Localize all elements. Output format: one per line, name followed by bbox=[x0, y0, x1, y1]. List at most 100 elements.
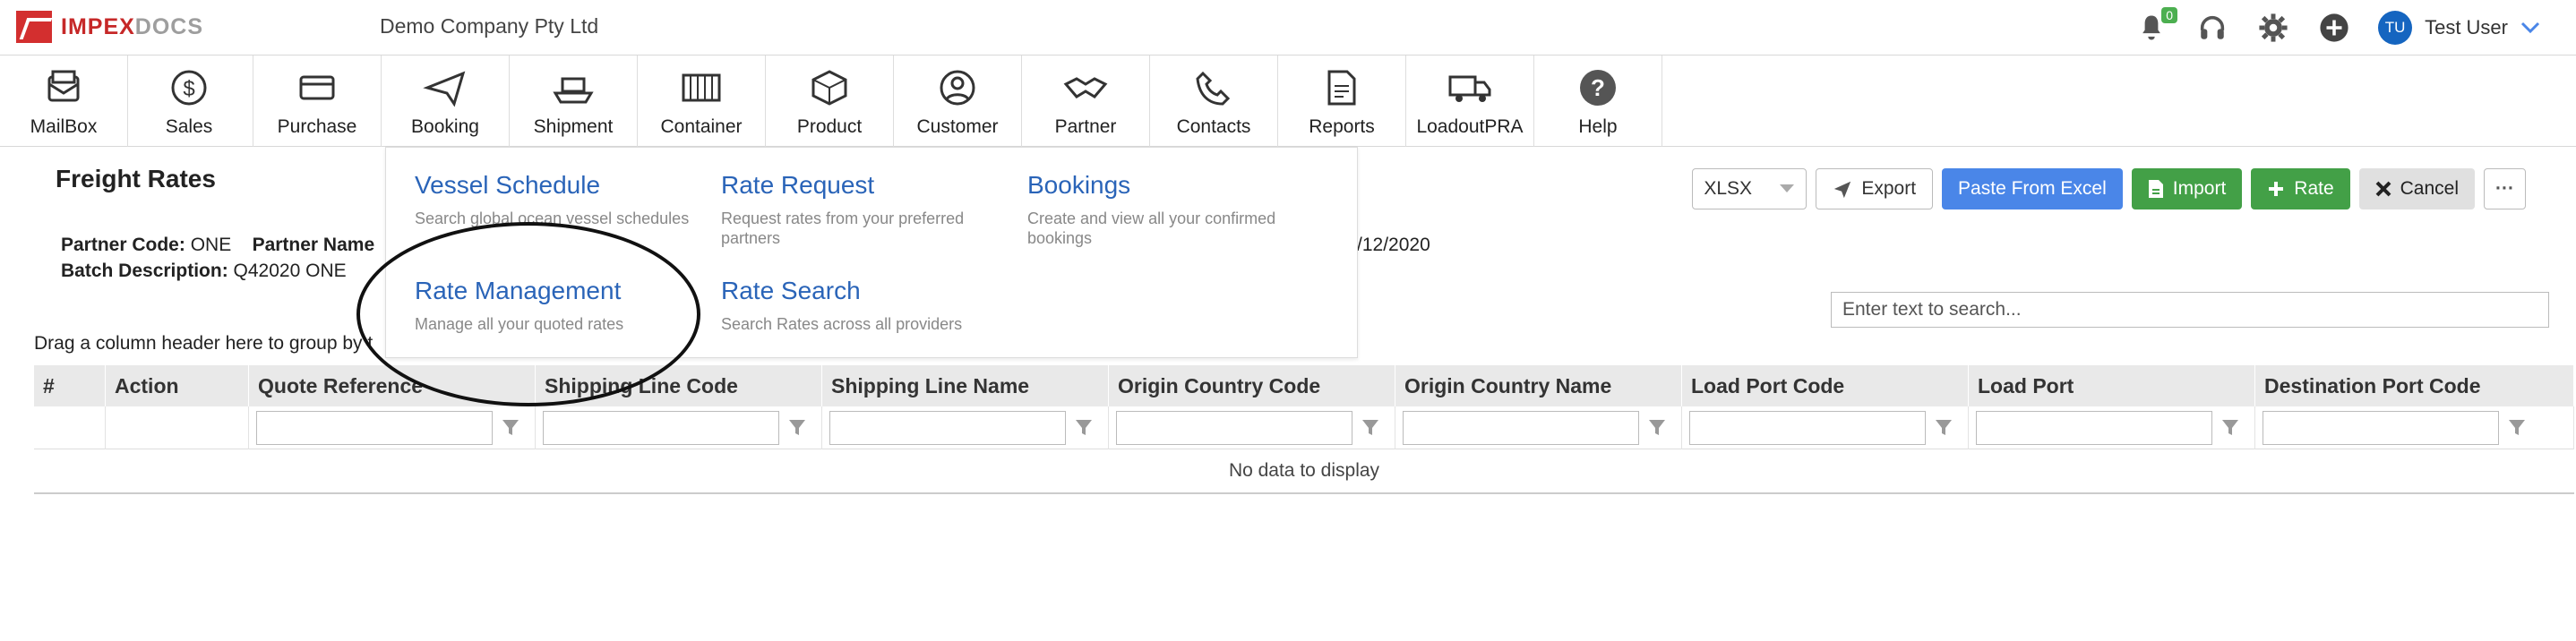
module-shipment[interactable]: Shipment bbox=[510, 56, 638, 147]
container-icon bbox=[682, 73, 721, 102]
column-filter-input[interactable] bbox=[1116, 411, 1352, 445]
bell-icon[interactable]: 0 bbox=[2134, 7, 2178, 45]
menu-desc: Request rates from your preferred partne… bbox=[721, 209, 965, 247]
module-label: MailBox bbox=[30, 116, 98, 137]
column-header[interactable]: # bbox=[34, 365, 106, 406]
module-label: Partner bbox=[1054, 116, 1117, 137]
logo[interactable]: IMPEXDOCS bbox=[16, 11, 203, 43]
menu-rate-request[interactable]: Rate Request Request rates from your pre… bbox=[721, 171, 999, 248]
cancel-button[interactable]: Cancel bbox=[2358, 168, 2476, 209]
filter-cell bbox=[1109, 406, 1395, 449]
partner-code-label: Partner Code: bbox=[61, 235, 185, 255]
menu-title: Bookings bbox=[1027, 171, 1131, 199]
column-header[interactable]: Origin Country Name bbox=[1395, 365, 1682, 406]
menu-vessel-schedule[interactable]: Vessel Schedule Search global ocean vess… bbox=[415, 171, 692, 228]
column-filter-input[interactable] bbox=[2263, 411, 2499, 445]
svg-text:?: ? bbox=[1591, 74, 1605, 101]
filter-cell bbox=[1682, 406, 1969, 449]
module-loadoutpra[interactable]: LoadoutPRA bbox=[1406, 56, 1534, 147]
filter-icon[interactable] bbox=[1361, 418, 1379, 438]
search-input[interactable] bbox=[1831, 292, 2549, 328]
module-label: Help bbox=[1578, 116, 1618, 137]
paste-from-excel-button[interactable]: Paste From Excel bbox=[1942, 168, 2123, 209]
column-filter-input[interactable] bbox=[829, 411, 1066, 445]
add-circle-icon[interactable] bbox=[2317, 11, 2351, 45]
filter-icon[interactable] bbox=[502, 418, 519, 438]
filter-cell bbox=[822, 406, 1109, 449]
paste-label: Paste From Excel bbox=[1958, 178, 2107, 199]
module-container[interactable]: Container bbox=[638, 56, 766, 147]
filter-icon[interactable] bbox=[788, 418, 806, 438]
filter-cell bbox=[536, 406, 822, 449]
format-select[interactable]: XLSX bbox=[1692, 168, 1807, 209]
module-purchase[interactable]: Purchase bbox=[253, 56, 382, 147]
more-options-button[interactable]: ··· bbox=[2484, 168, 2526, 209]
user-menu[interactable]: TU Test User bbox=[2378, 11, 2540, 45]
column-filter-input[interactable] bbox=[256, 411, 493, 445]
svg-text:$: $ bbox=[183, 77, 194, 101]
module-contacts[interactable]: Contacts bbox=[1150, 56, 1278, 147]
module-mailbox[interactable]: MailBox bbox=[0, 56, 128, 147]
group-by-hint: Drag a column header here to group by t bbox=[34, 333, 374, 354]
partner-code-value: ONE bbox=[190, 235, 232, 255]
partner-info: Partner Code: ONE Partner Name bbox=[61, 235, 374, 256]
column-filter-input[interactable] bbox=[1403, 411, 1639, 445]
rate-label: Rate bbox=[2294, 178, 2334, 199]
mailbox-icon bbox=[47, 70, 80, 102]
close-icon bbox=[2375, 181, 2391, 197]
column-filter-input[interactable] bbox=[543, 411, 779, 445]
filter-cell bbox=[1395, 406, 1682, 449]
module-product[interactable]: Product bbox=[766, 56, 894, 147]
no-data-message: No data to display bbox=[34, 449, 2574, 494]
module-booking[interactable]: Booking bbox=[382, 56, 510, 147]
column-filter-input[interactable] bbox=[1689, 411, 1926, 445]
column-header[interactable]: Destination Port Code bbox=[2255, 365, 2574, 406]
module-sales[interactable]: $ Sales bbox=[125, 56, 253, 147]
module-label: Container bbox=[660, 116, 743, 137]
column-header[interactable]: Load Port bbox=[1969, 365, 2255, 406]
module-label: Sales bbox=[165, 116, 213, 137]
paper-plane-icon bbox=[1834, 181, 1851, 199]
module-customer[interactable]: Customer bbox=[894, 56, 1022, 147]
gear-icon[interactable] bbox=[2256, 11, 2290, 45]
cancel-label: Cancel bbox=[2400, 178, 2460, 199]
filter-cell bbox=[2255, 406, 2574, 449]
filter-icon[interactable] bbox=[1648, 418, 1666, 438]
person-icon bbox=[940, 70, 975, 106]
top-icons: 0 TU Test User bbox=[2134, 7, 2540, 47]
grid-filter-row bbox=[34, 406, 2574, 449]
filter-cell bbox=[249, 406, 536, 449]
filter-icon[interactable] bbox=[2508, 418, 2526, 438]
menu-rate-search[interactable]: Rate Search Search Rates across all prov… bbox=[721, 277, 999, 334]
file-icon bbox=[2148, 180, 2163, 198]
module-label: Purchase bbox=[277, 116, 357, 137]
batch-info: Batch Description: Q42020 ONE bbox=[61, 261, 347, 282]
module-label: LoadoutPRA bbox=[1416, 116, 1524, 137]
menu-title: Vessel Schedule bbox=[415, 171, 601, 199]
filter-cell bbox=[1969, 406, 2255, 449]
column-header[interactable]: Load Port Code bbox=[1682, 365, 1969, 406]
column-header[interactable]: Origin Country Code bbox=[1109, 365, 1395, 406]
menu-desc: Search Rates across all providers bbox=[721, 315, 963, 333]
column-header[interactable]: Shipping Line Name bbox=[822, 365, 1109, 406]
module-label: Reports bbox=[1309, 116, 1375, 137]
add-rate-button[interactable]: Rate bbox=[2251, 168, 2350, 209]
export-label: Export bbox=[1861, 178, 1917, 199]
filter-icon[interactable] bbox=[2221, 418, 2239, 438]
menu-bookings[interactable]: Bookings Create and view all your confir… bbox=[1027, 171, 1305, 248]
filter-icon[interactable] bbox=[1935, 418, 1953, 438]
module-partner[interactable]: Partner bbox=[1022, 56, 1150, 147]
filter-icon[interactable] bbox=[1075, 418, 1093, 438]
user-name: Test User bbox=[2425, 16, 2508, 38]
module-reports[interactable]: Reports bbox=[1278, 56, 1406, 147]
module-help[interactable]: ? Help bbox=[1534, 56, 1662, 147]
export-button[interactable]: Export bbox=[1816, 168, 1934, 209]
import-button[interactable]: Import bbox=[2131, 168, 2243, 209]
column-header[interactable]: Action bbox=[106, 365, 249, 406]
headset-icon[interactable] bbox=[2195, 11, 2229, 45]
column-filter-input[interactable] bbox=[1976, 411, 2212, 445]
card-icon bbox=[299, 75, 335, 100]
dollar-icon: $ bbox=[171, 70, 207, 106]
module-label: Customer bbox=[916, 116, 999, 137]
company-name: Demo Company Pty Ltd bbox=[380, 14, 599, 38]
